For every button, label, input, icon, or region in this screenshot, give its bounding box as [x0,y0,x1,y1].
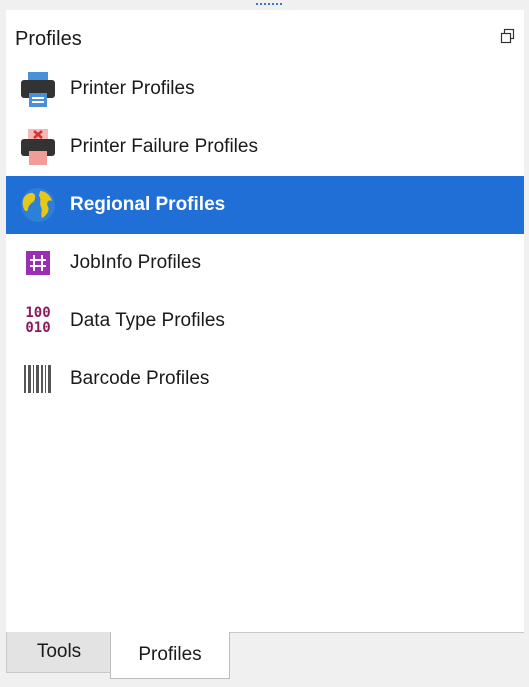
list-item-regional-profiles[interactable]: Regional Profiles [6,176,524,234]
list-item-label: JobInfo Profiles [70,252,201,273]
binary-data-bottom: 010 [25,320,51,336]
list-item-label: Printer Profiles [70,78,195,99]
list-item-printer-profiles[interactable]: Printer Profiles [6,60,524,118]
tab-tools[interactable]: Tools [6,632,112,673]
globe-icon [18,185,58,225]
list-item-barcode-profiles[interactable]: Barcode Profiles [6,350,524,408]
printer-failure-icon [18,127,58,167]
hash-icon [18,243,58,283]
list-item-data-type-profiles[interactable]: 100 010 Data Type Profiles [6,292,524,350]
panel-resize-grip[interactable] [249,3,289,9]
panel-title: Profiles [15,28,82,50]
tab-profiles[interactable]: Profiles [110,632,230,679]
panel-tab-strip: Tools Profiles [6,632,524,679]
printer-icon [18,69,58,109]
profiles-panel: Profiles Printer Profiles Printer Failur… [6,10,524,632]
float-window-icon[interactable] [500,28,516,44]
list-item-jobinfo-profiles[interactable]: JobInfo Profiles [6,234,524,292]
list-item-label: Data Type Profiles [70,310,225,331]
profiles-list: Printer Profiles Printer Failure Profile… [6,60,524,408]
barcode-icon [18,359,58,399]
binary-data-icon: 100 010 [18,301,58,341]
list-item-label: Barcode Profiles [70,368,210,389]
list-item-label: Regional Profiles [70,194,226,215]
list-item-printer-failure-profiles[interactable]: Printer Failure Profiles [6,118,524,176]
list-item-label: Printer Failure Profiles [70,136,258,157]
binary-data-top: 100 [25,305,51,321]
